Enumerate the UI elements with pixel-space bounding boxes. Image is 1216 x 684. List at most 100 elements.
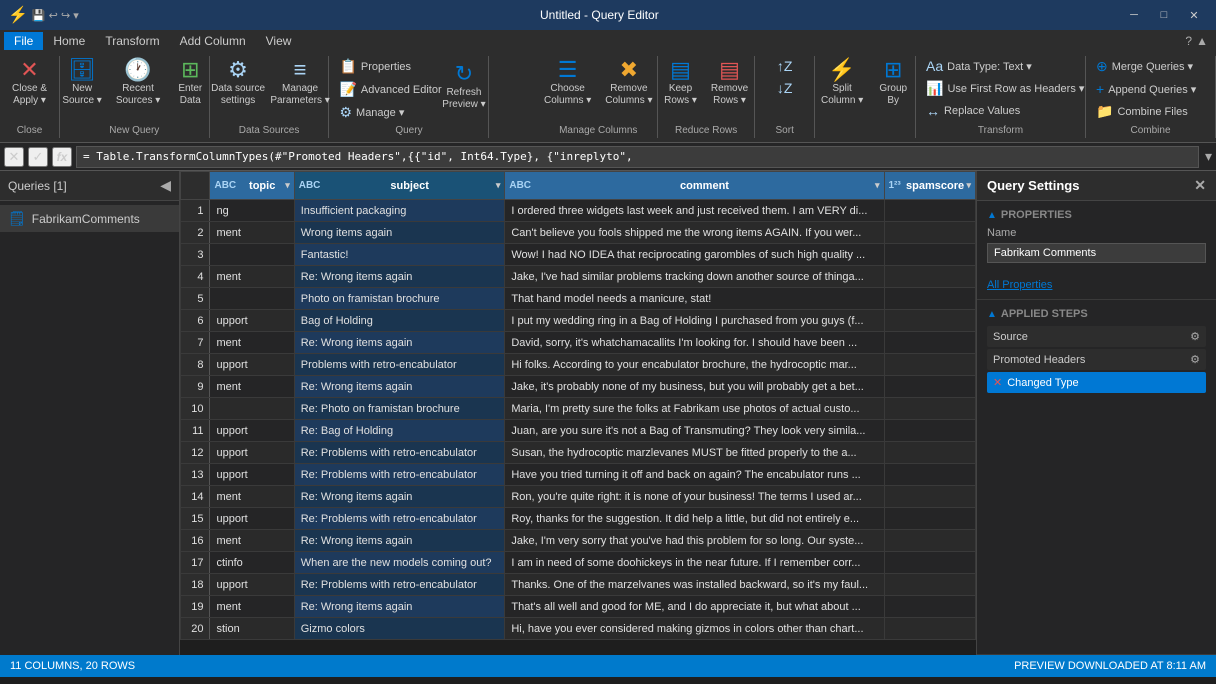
menu-add-column[interactable]: Add Column [170,32,256,50]
cell-topic: ment [210,376,294,398]
recent-sources-button[interactable]: 🕐 RecentSources ▾ [110,56,166,110]
table-row[interactable]: 10 Re: Photo on framistan brochure Maria… [181,398,976,420]
merge-queries-button[interactable]: ⊕ Merge Queries ▾ [1092,56,1209,77]
cell-spamscore [884,596,976,618]
menu-view[interactable]: View [256,32,302,50]
table-row[interactable]: 8 upport Problems with retro-encabulator… [181,354,976,376]
append-queries-button[interactable]: + Append Queries ▾ [1092,79,1209,99]
spamscore-col-dropdown[interactable]: ▾ [966,180,971,191]
all-properties-link[interactable]: All Properties [987,279,1052,291]
table-row[interactable]: 1 ng Insufficient packaging I ordered th… [181,200,976,222]
status-right: PREVIEW DOWNLOADED AT 8:11 AM [1014,660,1206,672]
table-row[interactable]: 18 upport Re: Problems with retro-encabu… [181,574,976,596]
use-first-row-button[interactable]: 📊 Use First Row as Headers ▾ [922,78,1079,99]
keep-rows-button[interactable]: ▤ KeepRows ▾ [658,56,703,110]
step-item-source[interactable]: Source ⚙ [987,326,1206,347]
formula-confirm-button[interactable]: ✓ [28,147,48,167]
data-grid[interactable]: ABC topic ▾ ABC subject ▾ [180,171,976,655]
table-row[interactable]: 17 ctinfo When are the new models coming… [181,552,976,574]
table-row[interactable]: 16 ment Re: Wrong items again Jake, I'm … [181,530,976,552]
combine-files-button[interactable]: 📁 Combine Files [1092,101,1209,122]
topic-type-icon: ABC [214,180,236,191]
table-row[interactable]: 9 ment Re: Wrong items again Jake, it's … [181,376,976,398]
replace-values-button[interactable]: ↔ Replace Values [922,101,1079,121]
data-source-settings-button[interactable]: ⚙ Data sourcesettings [208,56,268,110]
query-item-fabrikam[interactable]: 🗒 FabrikamComments [0,205,179,232]
queries-header: Queries [1] ◀ [0,171,179,201]
choose-columns-icon: ☰ [558,59,578,81]
table-row[interactable]: 5 Photo on framistan brochure That hand … [181,288,976,310]
sort-asc-button[interactable]: ↑Z [773,56,797,76]
new-source-button[interactable]: 🗄 NewSource ▾ [56,56,107,110]
col-header-spamscore[interactable]: 1²³ spamscore ▾ [884,172,976,200]
choose-columns-button[interactable]: ☰ ChooseColumns ▾ [538,56,597,110]
subject-type-icon: ABC [299,180,321,191]
cell-comment: Jake, I've had similar problems tracking… [505,266,884,288]
formula-cancel-button[interactable]: ✕ [4,147,24,167]
table-row[interactable]: 12 upport Re: Problems with retro-encabu… [181,442,976,464]
table-row[interactable]: 2 ment Wrong items again Can't believe y… [181,222,976,244]
cell-comment: Jake, I'm very sorry that you've had thi… [505,530,884,552]
enter-data-label: EnterData [178,83,202,107]
window-controls[interactable]: ─ □ ✕ [1120,5,1208,25]
row-number: 18 [181,574,210,596]
col-header-topic[interactable]: ABC topic ▾ [210,172,294,200]
name-input[interactable] [987,243,1206,263]
enter-data-button[interactable]: ⊞ EnterData [168,56,212,110]
table-row[interactable]: 7 ment Re: Wrong items again David, sorr… [181,332,976,354]
table-row[interactable]: 3 Fantastic! Wow! I had NO IDEA that rec… [181,244,976,266]
table-row[interactable]: 4 ment Re: Wrong items again Jake, I've … [181,266,976,288]
cell-topic: upport [210,442,294,464]
cell-subject: Bag of Holding [294,310,505,332]
maximize-button[interactable]: □ [1150,5,1178,25]
step-name: Source [993,331,1028,343]
remove-columns-button[interactable]: ✖ RemoveColumns ▾ [599,56,658,110]
grid-body: 1 ng Insufficient packaging I ordered th… [181,200,976,640]
table-row[interactable]: 15 upport Re: Problems with retro-encabu… [181,508,976,530]
close-button[interactable]: ✕ [1180,5,1208,25]
manage-parameters-button[interactable]: ≡ ManageParameters ▾ [270,56,330,110]
data-type-button[interactable]: Aa Data Type: Text ▾ [922,56,1079,76]
row-number: 9 [181,376,210,398]
subject-col-dropdown[interactable]: ▾ [496,180,501,191]
table-row[interactable]: 11 upport Re: Bag of Holding Juan, are y… [181,420,976,442]
recent-sources-label: RecentSources ▾ [116,83,160,107]
cell-spamscore [884,244,976,266]
help-button[interactable]: ? [1185,34,1192,48]
formula-input[interactable] [76,146,1199,168]
menu-file[interactable]: File [4,32,43,50]
step-gear-icon[interactable]: ⚙ [1190,330,1200,343]
formula-expand-button[interactable]: ▾ [1205,148,1212,165]
cell-subject: Fantastic! [294,244,505,266]
comment-col-dropdown[interactable]: ▾ [875,180,880,191]
table-row[interactable]: 6 upport Bag of Holding I put my wedding… [181,310,976,332]
menu-transform[interactable]: Transform [95,32,169,50]
col-header-comment[interactable]: ABC comment ▾ [505,172,884,200]
append-queries-label: Append Queries ▾ [1108,83,1196,96]
remove-rows-button[interactable]: ▤ RemoveRows ▾ [705,56,754,110]
new-query-group-label: New Query [109,123,159,138]
table-row[interactable]: 19 ment Re: Wrong items again That's all… [181,596,976,618]
refresh-preview-button[interactable]: ↻ RefreshPreview ▾ [436,60,491,114]
settings-close-button[interactable]: ✕ [1194,177,1206,194]
table-row[interactable]: 14 ment Re: Wrong items again Ron, you'r… [181,486,976,508]
minimize-button[interactable]: ─ [1120,5,1148,25]
topic-col-dropdown[interactable]: ▾ [285,180,290,191]
group-by-button[interactable]: ⊞ GroupBy [871,56,915,110]
close-apply-button[interactable]: ✕ Close &Apply ▾ [6,56,53,110]
sort-desc-button[interactable]: ↓Z [773,78,797,98]
step-item-changed-type[interactable]: ✕ Changed Type [987,372,1206,393]
menu-home[interactable]: Home [43,32,95,50]
ribbon-collapse[interactable]: ▲ [1196,34,1208,48]
split-column-button[interactable]: ⚡ SplitColumn ▾ [815,56,869,110]
table-row[interactable]: 20 stion Gizmo colors Hi, have you ever … [181,618,976,640]
step-gear-icon[interactable]: ⚙ [1190,353,1200,366]
manage-label: Manage ▾ [356,106,404,119]
queries-collapse-button[interactable]: ◀ [160,177,171,194]
row-number: 8 [181,354,210,376]
step-item-promoted-headers[interactable]: Promoted Headers ⚙ [987,349,1206,370]
col-header-subject[interactable]: ABC subject ▾ [294,172,505,200]
table-row[interactable]: 13 upport Re: Problems with retro-encabu… [181,464,976,486]
cell-subject: Re: Wrong items again [294,530,505,552]
formula-fx-button[interactable]: fx [52,147,72,167]
